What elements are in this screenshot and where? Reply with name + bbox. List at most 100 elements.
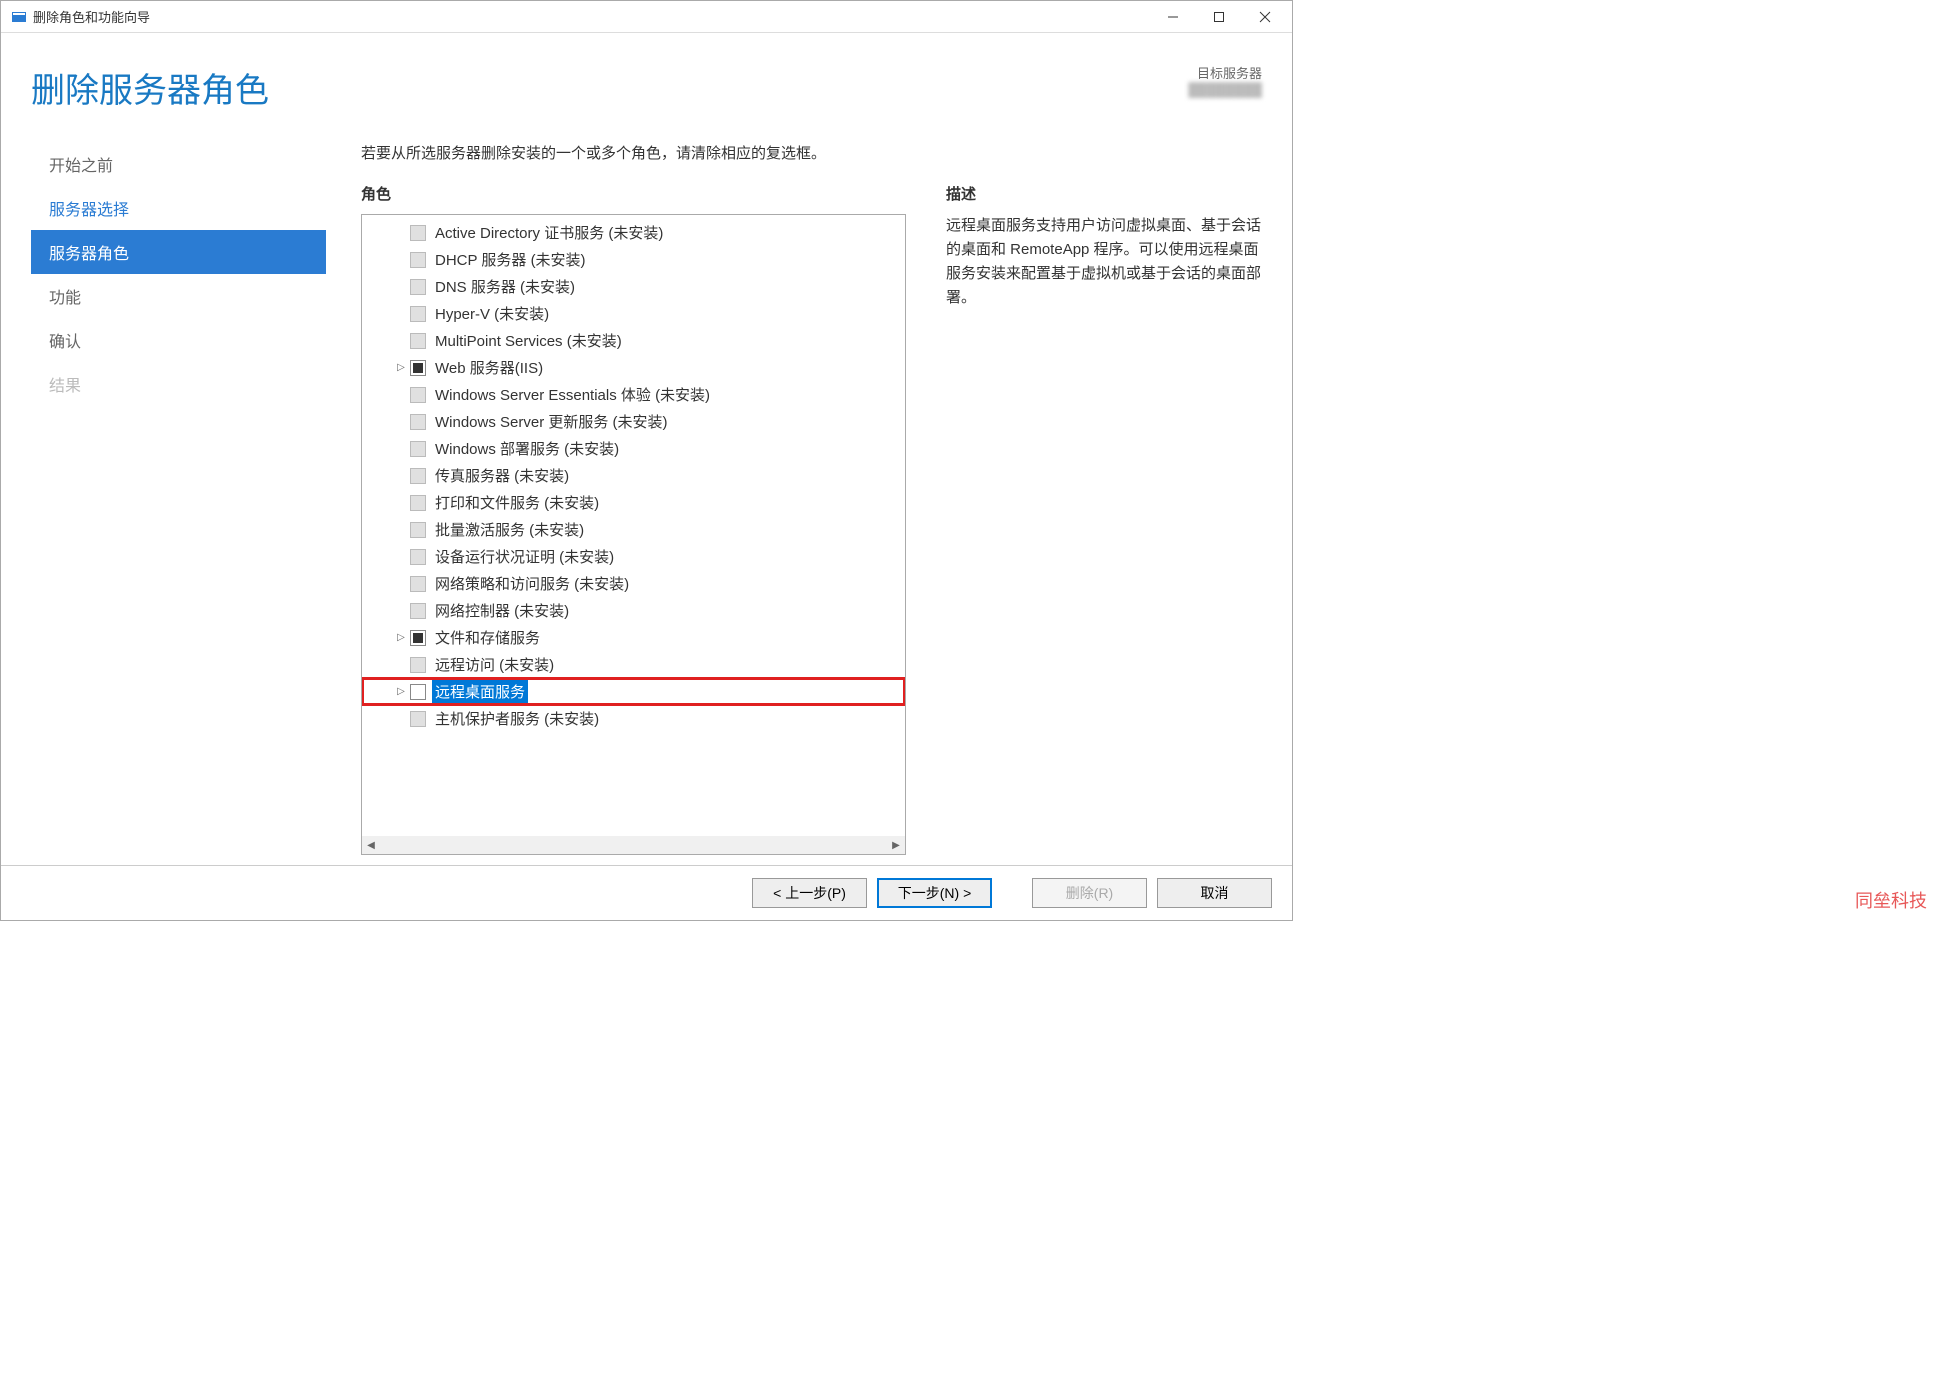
role-checkbox[interactable] bbox=[410, 684, 426, 700]
role-checkbox bbox=[410, 225, 426, 241]
roles-box: Active Directory 证书服务 (未安装) DHCP 服务器 (未安装… bbox=[361, 214, 906, 855]
description-panel: 描述 远程桌面服务支持用户访问虚拟桌面、基于会话的桌面和 RemoteApp 程… bbox=[946, 183, 1262, 855]
scroll-left-icon[interactable]: ◀ bbox=[362, 836, 380, 854]
role-row[interactable]: 远程访问 (未安装) bbox=[362, 651, 905, 678]
role-checkbox bbox=[410, 441, 426, 457]
role-checkbox bbox=[410, 603, 426, 619]
maximize-button[interactable] bbox=[1196, 2, 1242, 32]
description-text: 远程桌面服务支持用户访问虚拟桌面、基于会话的桌面和 RemoteApp 程序。可… bbox=[946, 214, 1262, 310]
role-checkbox bbox=[410, 468, 426, 484]
role-label: Web 服务器(IIS) bbox=[432, 356, 546, 379]
role-label: Windows Server 更新服务 (未安装) bbox=[432, 410, 671, 433]
nav-results: 结果 bbox=[31, 362, 326, 406]
watermark-text: 同垒科技 bbox=[1855, 887, 1927, 913]
role-checkbox bbox=[410, 576, 426, 592]
roles-panel: 角色 Active Directory 证书服务 (未安装) DHCP 服务器 (… bbox=[361, 183, 906, 855]
close-button[interactable] bbox=[1242, 2, 1288, 32]
role-checkbox[interactable] bbox=[410, 630, 426, 646]
role-checkbox bbox=[410, 522, 426, 538]
role-label: 设备运行状况证明 (未安装) bbox=[432, 545, 617, 568]
minimize-button[interactable] bbox=[1150, 2, 1196, 32]
expand-icon[interactable]: ▷ bbox=[394, 632, 408, 643]
page-title: 删除服务器角色 bbox=[31, 63, 269, 112]
window-controls bbox=[1150, 2, 1288, 32]
role-row[interactable]: ▷ 文件和存储服务 bbox=[362, 624, 905, 651]
role-checkbox bbox=[410, 333, 426, 349]
role-checkbox bbox=[410, 414, 426, 430]
role-label: Windows 部署服务 (未安装) bbox=[432, 437, 622, 460]
next-button[interactable]: 下一步(N) > bbox=[877, 878, 992, 908]
role-label: DNS 服务器 (未安装) bbox=[432, 275, 578, 298]
cancel-button[interactable]: 取消 bbox=[1157, 878, 1272, 908]
role-row[interactable]: ▷ Web 服务器(IIS) bbox=[362, 354, 905, 381]
role-label: 批量激活服务 (未安装) bbox=[432, 518, 587, 541]
target-server-name: ████████ bbox=[1188, 82, 1262, 97]
role-checkbox bbox=[410, 549, 426, 565]
target-server: 目标服务器 ████████ bbox=[1188, 63, 1262, 97]
role-label: Hyper-V (未安装) bbox=[432, 302, 552, 325]
role-label: Active Directory 证书服务 (未安装) bbox=[432, 221, 666, 244]
role-row[interactable]: 主机保护者服务 (未安装) bbox=[362, 705, 905, 732]
roles-list[interactable]: Active Directory 证书服务 (未安装) DHCP 服务器 (未安装… bbox=[362, 215, 905, 836]
role-label: 网络控制器 (未安装) bbox=[432, 599, 572, 622]
nav-server-selection[interactable]: 服务器选择 bbox=[31, 186, 326, 230]
main-panel: 若要从所选服务器删除安装的一个或多个角色，请清除相应的复选框。 角色 Activ… bbox=[326, 142, 1262, 855]
role-label: 打印和文件服务 (未安装) bbox=[432, 491, 602, 514]
role-row[interactable]: Active Directory 证书服务 (未安装) bbox=[362, 219, 905, 246]
body-row: 开始之前 服务器选择 服务器角色 功能 确认 结果 若要从所选服务器删除安装的一… bbox=[31, 142, 1262, 855]
role-row[interactable]: 打印和文件服务 (未安装) bbox=[362, 489, 905, 516]
role-label: 网络策略和访问服务 (未安装) bbox=[432, 572, 632, 595]
role-checkbox bbox=[410, 711, 426, 727]
scroll-right-icon[interactable]: ▶ bbox=[887, 836, 905, 854]
roles-heading: 角色 bbox=[361, 183, 906, 204]
role-row[interactable]: 设备运行状况证明 (未安装) bbox=[362, 543, 905, 570]
description-heading: 描述 bbox=[946, 183, 1262, 204]
role-row[interactable]: ▷ 远程桌面服务 bbox=[362, 678, 905, 705]
footer: < 上一步(P) 下一步(N) > 删除(R) 取消 bbox=[1, 865, 1292, 920]
nav-before-begin[interactable]: 开始之前 bbox=[31, 142, 326, 186]
nav-confirmation[interactable]: 确认 bbox=[31, 318, 326, 362]
role-row[interactable]: DHCP 服务器 (未安装) bbox=[362, 246, 905, 273]
role-label: Windows Server Essentials 体验 (未安装) bbox=[432, 383, 713, 406]
role-label: MultiPoint Services (未安装) bbox=[432, 329, 625, 352]
app-icon bbox=[11, 9, 27, 25]
role-row[interactable]: Windows 部署服务 (未安装) bbox=[362, 435, 905, 462]
role-checkbox bbox=[410, 657, 426, 673]
role-row[interactable]: DNS 服务器 (未安装) bbox=[362, 273, 905, 300]
wizard-nav: 开始之前 服务器选择 服务器角色 功能 确认 结果 bbox=[31, 142, 326, 855]
expand-icon[interactable]: ▷ bbox=[394, 686, 408, 697]
role-label: 远程桌面服务 bbox=[432, 680, 528, 703]
nav-features[interactable]: 功能 bbox=[31, 274, 326, 318]
role-row[interactable]: 传真服务器 (未安装) bbox=[362, 462, 905, 489]
role-row[interactable]: Hyper-V (未安装) bbox=[362, 300, 905, 327]
role-row[interactable]: Windows Server 更新服务 (未安装) bbox=[362, 408, 905, 435]
titlebar: 删除角色和功能向导 bbox=[1, 1, 1292, 33]
role-row[interactable]: Windows Server Essentials 体验 (未安装) bbox=[362, 381, 905, 408]
role-row[interactable]: 网络控制器 (未安装) bbox=[362, 597, 905, 624]
nav-server-roles[interactable]: 服务器角色 bbox=[31, 230, 326, 274]
role-checkbox bbox=[410, 279, 426, 295]
role-label: 传真服务器 (未安装) bbox=[432, 464, 572, 487]
role-label: 远程访问 (未安装) bbox=[432, 653, 557, 676]
role-label: DHCP 服务器 (未安装) bbox=[432, 248, 589, 271]
content-area: 删除服务器角色 目标服务器 ████████ 开始之前 服务器选择 服务器角色 … bbox=[1, 33, 1292, 865]
target-server-label: 目标服务器 bbox=[1188, 63, 1262, 82]
instruction-text: 若要从所选服务器删除安装的一个或多个角色，请清除相应的复选框。 bbox=[361, 142, 1262, 163]
remove-button: 删除(R) bbox=[1032, 878, 1147, 908]
role-row[interactable]: 批量激活服务 (未安装) bbox=[362, 516, 905, 543]
role-checkbox bbox=[410, 495, 426, 511]
header-row: 删除服务器角色 目标服务器 ████████ bbox=[31, 63, 1262, 112]
role-label: 主机保护者服务 (未安装) bbox=[432, 707, 602, 730]
panels: 角色 Active Directory 证书服务 (未安装) DHCP 服务器 (… bbox=[361, 183, 1262, 855]
role-checkbox bbox=[410, 252, 426, 268]
expand-icon[interactable]: ▷ bbox=[394, 362, 408, 373]
role-checkbox[interactable] bbox=[410, 360, 426, 376]
previous-button[interactable]: < 上一步(P) bbox=[752, 878, 867, 908]
role-label: 文件和存储服务 bbox=[432, 626, 543, 649]
window-title: 删除角色和功能向导 bbox=[33, 7, 1150, 26]
role-row[interactable]: 网络策略和访问服务 (未安装) bbox=[362, 570, 905, 597]
horizontal-scrollbar[interactable]: ◀ ▶ bbox=[362, 836, 905, 854]
role-row[interactable]: MultiPoint Services (未安装) bbox=[362, 327, 905, 354]
wizard-window: 删除角色和功能向导 删除服务器角色 目标服务器 ████████ bbox=[0, 0, 1293, 921]
role-checkbox bbox=[410, 306, 426, 322]
